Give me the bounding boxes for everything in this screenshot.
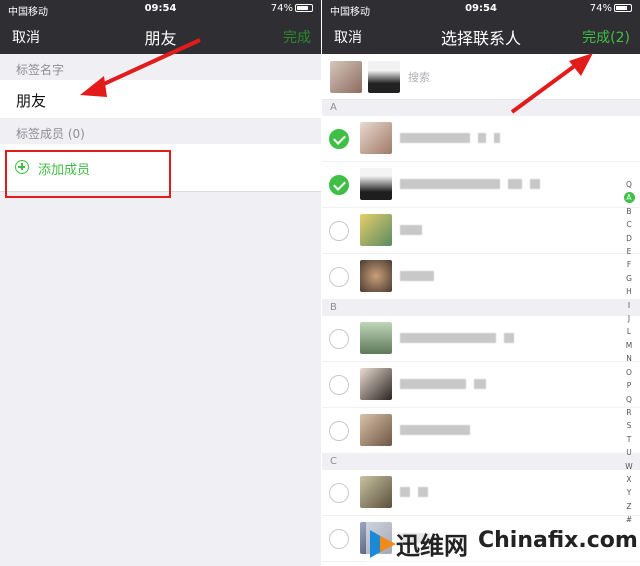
- arrow-right-line: [510, 60, 582, 114]
- arrow-left-line: [94, 38, 201, 90]
- screenshot-composite: 中国移动 09:54 74% 取消 朋友 完成 标签名字 朋友 标签成员 (0)…: [0, 0, 640, 566]
- watermark: 迅维网 Chinafix.com: [366, 522, 640, 566]
- annotation-arrows: [80, 38, 593, 114]
- watermark-brand: 迅维网: [396, 532, 468, 560]
- arrow-left-head: [80, 76, 107, 97]
- watermark-site: Chinafix.com: [478, 528, 638, 553]
- arrow-right-head: [569, 53, 593, 76]
